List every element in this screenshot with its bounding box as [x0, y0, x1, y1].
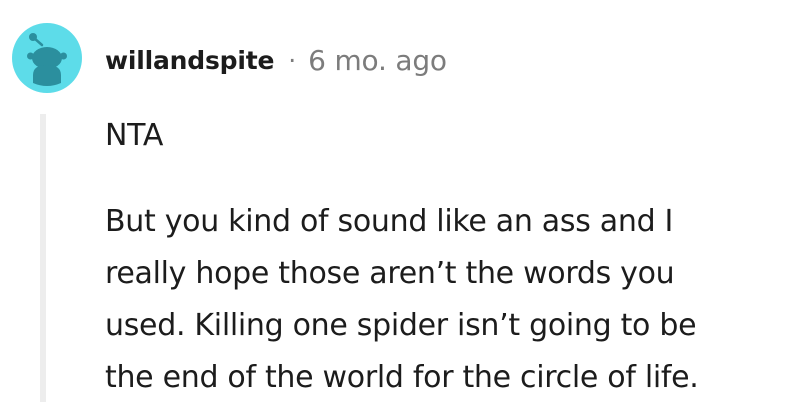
- comment-text-line: NTA: [105, 118, 164, 153]
- comment-text-line: But you kind of sound like an ass and I: [105, 204, 674, 239]
- comment-header: willandspite · 6 mo. ago: [105, 42, 447, 78]
- comment-paragraph: But you kind of sound like an ass and I …: [105, 196, 795, 404]
- thread-collapse-line[interactable]: [40, 114, 46, 402]
- user-avatar[interactable]: [12, 23, 82, 93]
- meta-separator: ·: [288, 45, 297, 75]
- comment-author[interactable]: willandspite: [105, 46, 274, 75]
- comment-paragraph: NTA: [105, 110, 795, 162]
- snoo-avatar-icon: [12, 23, 82, 93]
- comment-timestamp[interactable]: 6 mo. ago: [308, 44, 447, 77]
- comment-text-line: really hope those aren’t the words you: [105, 256, 675, 291]
- comment-text-line: used. Killing one spider isn’t going to …: [105, 308, 697, 343]
- comment-text-line: the end of the world for the circle of l…: [105, 360, 699, 395]
- comment-body: NTA But you kind of sound like an ass an…: [105, 110, 795, 404]
